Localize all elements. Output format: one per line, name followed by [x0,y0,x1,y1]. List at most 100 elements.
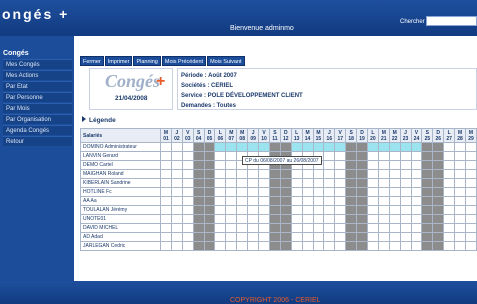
day-cell[interactable] [334,232,347,242]
day-cell[interactable] [454,187,466,197]
day-cell[interactable] [464,241,477,251]
day-cell[interactable] [323,214,336,224]
day-cell[interactable] [334,187,347,197]
employee-name[interactable]: TOULALAN Jérémy [79,205,162,215]
weekend-cell[interactable] [203,232,216,242]
weekend-cell[interactable] [279,187,292,197]
sidebar-item-mes-conges[interactable]: Mes Congés [3,59,72,69]
day-cell[interactable] [170,214,183,224]
weekend-cell[interactable] [421,214,434,224]
day-cell[interactable] [247,241,260,251]
leave-cell[interactable] [247,142,260,152]
day-cell[interactable] [443,151,456,161]
weekend-cell[interactable] [345,151,358,161]
weekend-cell[interactable] [192,196,205,206]
weekend-cell[interactable] [203,205,216,215]
day-cell[interactable] [454,205,466,215]
day-cell[interactable] [388,151,401,161]
day-cell[interactable] [399,214,412,224]
weekend-cell[interactable] [268,187,281,197]
day-cell[interactable] [366,205,379,215]
day-cell[interactable] [464,214,477,224]
day-cell[interactable] [410,214,423,224]
day-cell[interactable] [323,187,336,197]
day-cell[interactable] [225,214,238,224]
day-cell[interactable] [290,223,303,233]
day-cell[interactable] [366,151,379,161]
day-cell[interactable] [410,205,423,215]
day-cell[interactable] [323,160,336,170]
previous-month-button[interactable]: Mois Précédent [161,56,207,66]
day-cell[interactable] [399,223,412,233]
day-cell[interactable] [312,232,325,242]
day-cell[interactable] [181,214,194,224]
day-cell[interactable] [312,223,325,233]
day-cell[interactable] [236,187,249,197]
day-cell[interactable] [236,214,249,224]
day-cell[interactable] [290,232,303,242]
day-cell[interactable] [443,142,456,152]
day-cell[interactable] [388,214,401,224]
day-cell[interactable] [214,160,227,170]
day-cell[interactable] [366,169,379,179]
sidebar-item-agenda-conges[interactable]: Agenda Congés [3,125,72,135]
day-cell[interactable] [181,178,194,188]
day-cell[interactable] [160,169,172,179]
weekend-cell[interactable] [192,214,205,224]
day-cell[interactable] [366,160,379,170]
employee-name[interactable]: JARLEGAN Cedric [79,241,162,251]
day-cell[interactable] [377,196,390,206]
day-cell[interactable] [181,223,194,233]
weekend-cell[interactable] [279,241,292,251]
day-cell[interactable] [410,241,423,251]
day-cell[interactable] [388,169,401,179]
day-cell[interactable] [334,223,347,233]
sidebar-item-mes-actions[interactable]: Mes Actions [3,70,72,80]
day-cell[interactable] [443,214,456,224]
weekend-cell[interactable] [432,169,445,179]
leave-cell[interactable] [225,142,238,152]
day-cell[interactable] [334,214,347,224]
day-cell[interactable] [454,241,466,251]
day-cell[interactable] [464,187,477,197]
leave-cell[interactable] [312,142,325,152]
day-cell[interactable] [334,205,347,215]
weekend-cell[interactable] [345,196,358,206]
day-cell[interactable] [377,178,390,188]
day-cell[interactable] [464,223,477,233]
day-cell[interactable] [312,169,325,179]
day-cell[interactable] [290,205,303,215]
day-cell[interactable] [258,187,270,197]
weekend-cell[interactable] [279,205,292,215]
legend-toggle[interactable]: Légende [82,116,116,124]
leave-cell[interactable] [377,142,390,152]
day-cell[interactable] [258,169,270,179]
day-cell[interactable] [366,196,379,206]
weekend-cell[interactable] [432,232,445,242]
weekend-cell[interactable] [268,223,281,233]
weekend-cell[interactable] [192,187,205,197]
weekend-cell[interactable] [356,241,368,251]
day-cell[interactable] [443,169,456,179]
weekend-cell[interactable] [356,214,368,224]
leave-cell[interactable] [334,142,347,152]
day-cell[interactable] [236,223,249,233]
leave-cell[interactable] [366,142,379,152]
weekend-cell[interactable] [421,178,434,188]
day-cell[interactable] [225,205,238,215]
day-cell[interactable] [323,178,336,188]
leave-cell[interactable] [268,142,281,152]
weekend-cell[interactable] [203,142,216,152]
leave-cell[interactable] [290,142,303,152]
weekend-cell[interactable] [192,160,205,170]
day-cell[interactable] [160,151,172,161]
day-cell[interactable] [454,214,466,224]
weekend-cell[interactable] [345,232,358,242]
weekend-cell[interactable] [279,214,292,224]
day-cell[interactable] [160,196,172,206]
day-cell[interactable] [160,205,172,215]
day-cell[interactable] [225,169,238,179]
weekend-cell[interactable] [268,241,281,251]
day-cell[interactable] [464,151,477,161]
day-cell[interactable] [410,232,423,242]
